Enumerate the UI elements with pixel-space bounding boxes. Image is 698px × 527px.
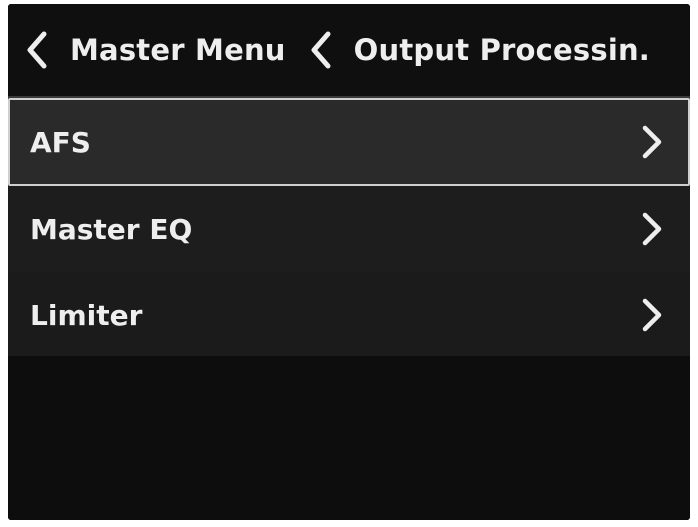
menu-item-label: Master EQ bbox=[30, 212, 193, 246]
breadcrumb-label: Master Menu bbox=[70, 33, 286, 67]
menu-item-label: AFS bbox=[30, 125, 91, 159]
chevron-left-icon bbox=[22, 28, 52, 72]
chevron-right-icon bbox=[640, 295, 664, 335]
breadcrumb-master-menu[interactable]: Master Menu bbox=[8, 28, 286, 72]
chevron-right-icon bbox=[640, 209, 664, 249]
chevron-left-icon bbox=[306, 28, 336, 72]
lcd-screen: Master Menu Output Processin. AFS Master… bbox=[8, 4, 690, 520]
device-bezel: Master Menu Output Processin. AFS Master… bbox=[0, 0, 698, 527]
menu-item-master-eq[interactable]: Master EQ bbox=[8, 186, 690, 272]
empty-list-area bbox=[8, 356, 690, 520]
breadcrumb: Master Menu Output Processin. bbox=[8, 4, 690, 98]
breadcrumb-output-processing[interactable]: Output Processin. bbox=[286, 28, 650, 72]
menu-list: AFS Master EQ Limiter bbox=[8, 98, 690, 358]
breadcrumb-label: Output Processin. bbox=[353, 33, 651, 67]
chevron-right-icon bbox=[640, 122, 664, 162]
menu-item-label: Limiter bbox=[30, 298, 143, 332]
menu-item-limiter[interactable]: Limiter bbox=[8, 272, 690, 358]
menu-item-afs[interactable]: AFS bbox=[8, 98, 690, 186]
